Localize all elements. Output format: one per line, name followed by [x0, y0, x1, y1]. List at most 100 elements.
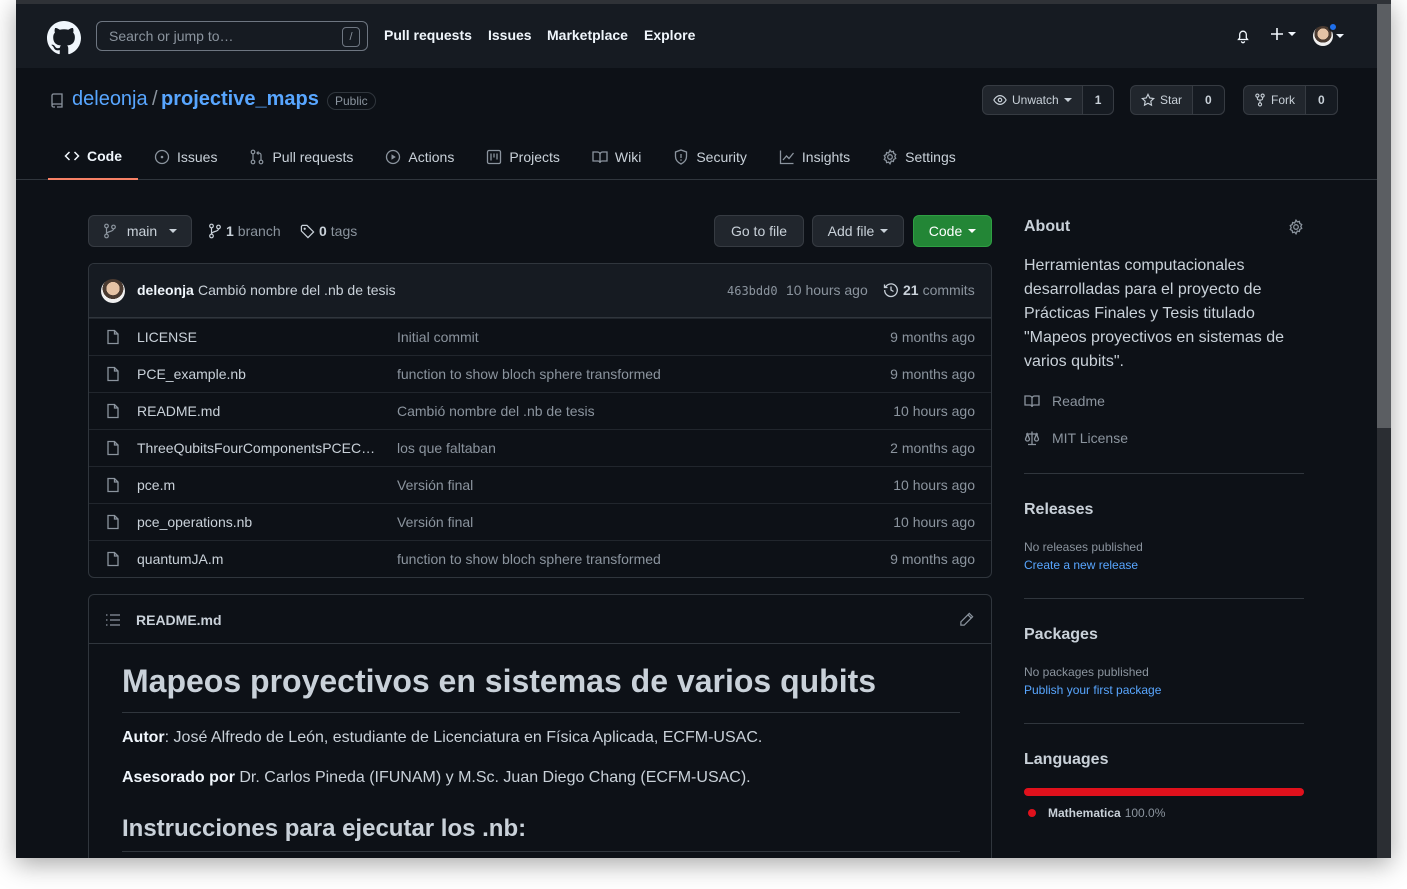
gear-icon[interactable]	[1288, 219, 1304, 235]
file-row[interactable]: LICENSE Initial commit 9 months ago	[89, 318, 991, 355]
commit-author[interactable]: deleonja	[137, 282, 194, 298]
search-input[interactable]: Search or jump to… /	[96, 21, 368, 51]
publish-package-link[interactable]: Publish your first package	[1024, 683, 1161, 697]
file-commit-message-link[interactable]: function to show bloch sphere transforme…	[397, 551, 661, 567]
readme-link[interactable]: Readme	[1024, 393, 1105, 409]
tab-actions[interactable]: Actions	[369, 134, 470, 180]
repo-name-link[interactable]: projective_maps	[161, 88, 319, 111]
readme-link-label: Readme	[1052, 393, 1105, 409]
divider	[1024, 473, 1304, 474]
file-commit-message-link[interactable]: Versión final	[397, 477, 473, 493]
file-name-link[interactable]: ThreeQubitsFourComponentsPCEC…	[137, 440, 379, 456]
file-row[interactable]: quantumJA.m function to show bloch sphere…	[89, 540, 991, 577]
tab-wiki[interactable]: Wiki	[576, 134, 657, 180]
eye-icon	[993, 95, 1007, 105]
add-file-button[interactable]: Add file	[812, 215, 904, 247]
nav-explore[interactable]: Explore	[644, 27, 695, 43]
star-button[interactable]: Star	[1131, 86, 1194, 114]
nav-marketplace[interactable]: Marketplace	[547, 27, 628, 43]
fork-button-group: Fork 0	[1243, 85, 1338, 115]
readme-subtitle: Instrucciones para ejecutar los .nb:	[122, 815, 960, 852]
tab-code-label: Code	[87, 148, 122, 164]
nav-pull-requests[interactable]: Pull requests	[384, 27, 472, 43]
commits-link[interactable]: 21 commits	[883, 282, 975, 298]
fork-label: Fork	[1271, 93, 1295, 107]
file-list: deleonja Cambió nombre del .nb de tesis …	[88, 263, 992, 578]
fork-icon	[1255, 93, 1265, 107]
file-row[interactable]: pce.m Versión final 10 hours ago	[89, 466, 991, 503]
file-name-link[interactable]: quantumJA.m	[137, 551, 379, 567]
watch-count[interactable]: 1	[1082, 86, 1114, 114]
tab-security[interactable]: Security	[657, 134, 763, 180]
repo-owner-link[interactable]: deleonja	[72, 88, 148, 111]
star-icon	[1141, 93, 1155, 107]
tab-issues[interactable]: Issues	[138, 134, 233, 180]
language-name: Mathematica	[1048, 806, 1121, 820]
star-count[interactable]: 0	[1193, 86, 1224, 114]
file-icon	[106, 366, 120, 382]
latest-commit-bar: deleonja Cambió nombre del .nb de tesis …	[89, 264, 991, 318]
file-icon	[106, 329, 120, 345]
github-logo-icon[interactable]	[47, 21, 81, 55]
tab-projects-label: Projects	[509, 149, 560, 165]
fork-count[interactable]: 0	[1306, 86, 1337, 114]
releases-heading[interactable]: Releases	[1024, 501, 1093, 519]
file-icon	[106, 440, 120, 456]
code-download-button[interactable]: Code	[913, 215, 992, 247]
fork-button[interactable]: Fork	[1244, 86, 1306, 114]
tab-insights[interactable]: Insights	[763, 134, 866, 180]
file-row[interactable]: pce_operations.nb Versión final 10 hours a…	[89, 503, 991, 540]
commit-sha[interactable]: 463bdd0	[727, 284, 778, 298]
page-scrollbar[interactable]	[1377, 4, 1391, 858]
tag-word: tags	[330, 223, 358, 239]
readme-advisor-line: Asesorado por Dr. Carlos Pineda (IFUNAM)…	[122, 769, 751, 787]
packages-heading[interactable]: Packages	[1024, 626, 1098, 644]
file-commit-message-link[interactable]: Cambió nombre del .nb de tesis	[397, 403, 595, 419]
file-commit-message-link[interactable]: function to show bloch sphere transforme…	[397, 366, 661, 382]
file-name-link[interactable]: pce_operations.nb	[137, 514, 379, 530]
star-button-group: Star 0	[1130, 85, 1225, 115]
branch-selector-button[interactable]: main	[88, 215, 192, 247]
avatar[interactable]	[101, 279, 125, 303]
tab-pull-requests[interactable]: Pull requests	[233, 134, 369, 180]
file-name-link[interactable]: README.md	[137, 403, 379, 419]
repo-description: Herramientas computacionales desarrollad…	[1024, 257, 1285, 370]
file-row[interactable]: ThreeQubitsFourComponentsPCEC… los que fa…	[89, 429, 991, 466]
add-file-label: Add file	[827, 223, 875, 239]
divider	[1024, 723, 1304, 724]
languages-heading: Languages	[1024, 751, 1109, 768]
go-to-file-button[interactable]: Go to file	[714, 215, 804, 247]
file-commit-message-link[interactable]: Versión final	[397, 514, 473, 530]
file-commit-age: 9 months ago	[890, 329, 975, 345]
commit-age[interactable]: 10 hours ago	[786, 282, 868, 298]
branches-link[interactable]: 1 branch	[208, 223, 281, 239]
bell-icon[interactable]	[1235, 28, 1251, 44]
file-name-link[interactable]: pce.m	[137, 477, 379, 493]
tab-projects[interactable]: Projects	[470, 134, 576, 180]
language-item[interactable]: Mathematica 100.0%	[1028, 806, 1165, 820]
create-release-link[interactable]: Create a new release	[1024, 558, 1138, 572]
tags-link[interactable]: 0 tags	[300, 223, 357, 239]
history-icon	[883, 283, 898, 298]
license-link[interactable]: MIT License	[1024, 430, 1128, 446]
scrollbar-thumb[interactable]	[1377, 4, 1391, 428]
unwatch-button[interactable]: Unwatch	[983, 86, 1083, 114]
license-link-label: MIT License	[1052, 430, 1128, 446]
list-icon[interactable]	[105, 613, 121, 627]
pencil-icon[interactable]	[959, 612, 974, 627]
file-commit-message-link[interactable]: los que faltaban	[397, 440, 496, 456]
file-name-link[interactable]: PCE_example.nb	[137, 366, 379, 382]
commit-message[interactable]: Cambió nombre del .nb de tesis	[198, 282, 396, 298]
file-commit-message-link[interactable]: Initial commit	[397, 329, 479, 345]
file-name-link[interactable]: LICENSE	[137, 329, 379, 345]
file-row[interactable]: PCE_example.nb function to show bloch sph…	[89, 355, 991, 392]
pull-request-icon	[251, 149, 264, 165]
file-row[interactable]: README.md Cambió nombre del .nb de tesis 1…	[89, 392, 991, 429]
tab-code[interactable]: Code	[48, 134, 138, 180]
no-packages-text: No packages published	[1024, 665, 1149, 679]
tab-settings[interactable]: Settings	[866, 134, 972, 180]
nav-issues[interactable]: Issues	[488, 27, 532, 43]
user-menu[interactable]	[1313, 22, 1344, 46]
create-new-menu[interactable]	[1269, 26, 1296, 42]
caret-down-icon	[968, 229, 977, 233]
